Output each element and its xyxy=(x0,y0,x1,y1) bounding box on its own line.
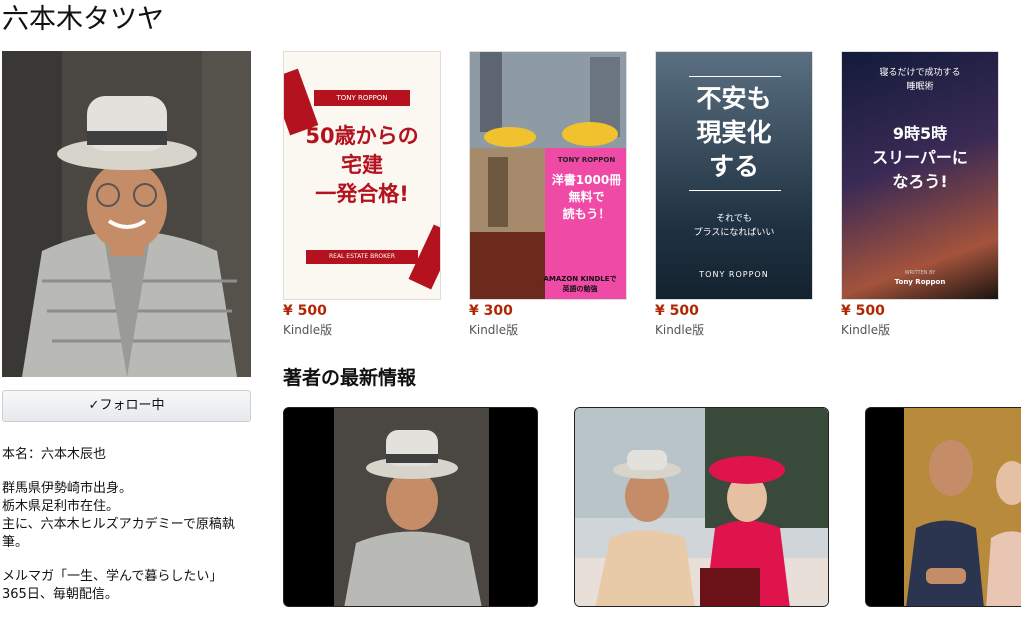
bio-paragraph-origin: 群馬県伊勢崎市出身。 栃木県足利市在住。 主に、六本木ヒルズアカデミーで原稿執筆… xyxy=(2,481,235,550)
checkmark-icon: ✓ xyxy=(88,398,100,413)
cover-author: TONY ROPPON xyxy=(314,90,410,106)
book-format: Kindle版 xyxy=(841,323,891,337)
post-image xyxy=(284,408,537,606)
cover-subtitle: それでも プラスになればいい xyxy=(693,214,775,238)
book-cover[interactable]: 寝るだけで成功する 睡眠術 9時5時 スリーパーに なろう! WRITTEN B… xyxy=(841,51,999,300)
book-cover[interactable]: TONY ROPPON 50歳からの 宅建 一発合格! REAL ESTATE … xyxy=(283,51,441,300)
post-image xyxy=(575,408,828,606)
book-price: ¥ 500 xyxy=(655,303,699,319)
author-name: 六本木タツヤ xyxy=(2,4,164,35)
cover-title: 不安も 現実化 する xyxy=(696,84,772,181)
book-price: ¥ 300 xyxy=(469,303,513,319)
latest-updates-heading: 著者の最新情報 xyxy=(283,367,417,389)
follow-label: フォロー中 xyxy=(99,398,165,413)
book-cover[interactable]: 不安も 現実化 する それでも プラスになればいい TONY ROPPON xyxy=(655,51,813,300)
cover-author: TONY ROPPON xyxy=(699,270,769,279)
post-card[interactable] xyxy=(865,407,1021,607)
cover-written-by: WRITTEN BY xyxy=(904,270,936,276)
book-price: ¥ 500 xyxy=(841,303,885,319)
post-card[interactable] xyxy=(283,407,538,607)
follow-button[interactable]: ✓フォロー中 xyxy=(2,390,251,422)
book-format: Kindle版 xyxy=(655,323,705,337)
cover-top-text: 寝るだけで成功する 睡眠術 xyxy=(879,68,961,92)
book-card[interactable]: 不安も 現実化 する それでも プラスになればいい TONY ROPPON ¥ … xyxy=(655,51,813,338)
post-image xyxy=(866,408,1021,606)
cover-author: Tony Roppon xyxy=(894,278,946,286)
cover-title: 9時5時 スリーパーに なろう! xyxy=(872,124,968,191)
bio-paragraph-newsletter: メルマガ「一生、学んで暮らしたい」 365日、毎朝配信。 xyxy=(2,569,223,602)
book-cover[interactable]: TONY ROPPON 洋書1000冊 無料で 読もう！ AMAZON KIND… xyxy=(469,51,627,300)
book-card[interactable]: TONY ROPPON 洋書1000冊 無料で 読もう！ AMAZON KIND… xyxy=(469,51,627,338)
book-format: Kindle版 xyxy=(283,323,333,337)
cover-author: TONY ROPPON xyxy=(557,156,616,164)
author-photo xyxy=(2,51,251,377)
bio-line-real-name: 本名：六本木辰也 xyxy=(2,447,107,462)
cover-footer: REAL ESTATE BROKER xyxy=(306,250,418,264)
book-card[interactable]: 寝るだけで成功する 睡眠術 9時5時 スリーパーに なろう! WRITTEN B… xyxy=(841,51,999,338)
book-price: ¥ 500 xyxy=(283,303,327,319)
author-bio: 本名：六本木辰也 群馬県伊勢崎市出身。 栃木県足利市在住。 主に、六本木ヒルズア… xyxy=(2,446,247,620)
cover-footer: AMAZON KINDLEで 英語の勉強 xyxy=(543,275,617,293)
book-card[interactable]: TONY ROPPON 50歳からの 宅建 一発合格! REAL ESTATE … xyxy=(283,51,441,338)
book-format: Kindle版 xyxy=(469,323,519,337)
cover-title: 洋書1000冊 無料で 読もう！ xyxy=(551,173,622,221)
cover-title: 50歳からの 宅建 一発合格! xyxy=(305,124,419,206)
post-card[interactable] xyxy=(574,407,829,607)
